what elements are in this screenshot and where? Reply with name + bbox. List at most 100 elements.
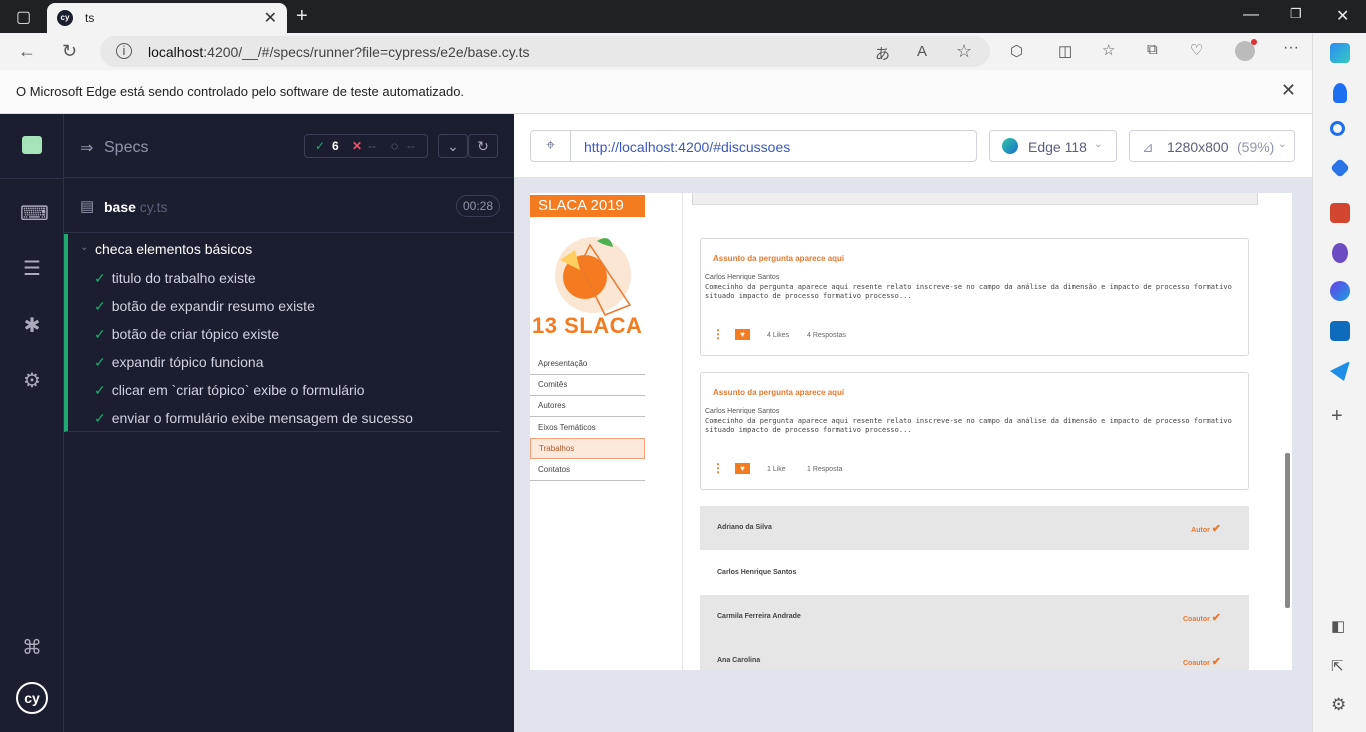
passed-count: 6	[332, 139, 339, 153]
games-icon[interactable]	[1332, 243, 1348, 263]
more-options-icon[interactable]: ⋮	[712, 461, 724, 475]
viewport-size: 1280x800	[1167, 139, 1229, 155]
double-check-icon: ✔	[1211, 656, 1221, 668]
content-top-bar	[692, 193, 1258, 205]
likes-count: 4 Likes	[767, 332, 790, 339]
app-scrollbar[interactable]	[1284, 193, 1292, 670]
infobar-message: O Microsoft Edge está sendo controlado p…	[16, 84, 465, 99]
browser-essentials-icon[interactable]: ♡	[1190, 41, 1203, 59]
tools-icon[interactable]	[1330, 203, 1350, 223]
selector-playground-icon[interactable]: ⌖	[531, 131, 571, 161]
send-icon[interactable]	[1330, 361, 1350, 381]
test-item[interactable]: ✓ enviar o formulário exibe mensagem de s…	[94, 410, 413, 427]
copilot-icon[interactable]	[1330, 43, 1350, 63]
question-body: Comecinho da pergunta aparece aqui resen…	[705, 417, 1232, 434]
close-tab-icon[interactable]: ✕	[264, 8, 277, 28]
refresh-icon[interactable]: ↻	[62, 41, 77, 62]
translate-icon[interactable]: あ	[875, 43, 890, 64]
toggle-auto-scroll-button[interactable]: ⌄	[438, 134, 468, 158]
ruler-icon: ⊿	[1142, 139, 1154, 155]
new-tab-icon[interactable]: +	[296, 5, 308, 28]
settings-gear-icon[interactable]: ⚙	[1331, 695, 1346, 715]
specs-label: Specs	[104, 139, 149, 156]
like-heart-icon[interactable]: ♥	[735, 463, 750, 474]
test-item[interactable]: ✓ botão de expandir resumo existe	[94, 298, 315, 315]
menu-item-autores[interactable]: Autores	[530, 396, 645, 417]
spec-file-name: base cy.ts	[104, 199, 168, 215]
pending-count: --	[407, 139, 415, 153]
chevron-down-icon[interactable]: ⌄	[80, 242, 88, 253]
collections-icon[interactable]: ⧉	[1147, 41, 1158, 58]
chevron-down-icon: ⌄	[1278, 139, 1287, 150]
add-sidebar-app-icon[interactable]: +	[1331, 405, 1343, 428]
notifications-bell-icon[interactable]	[1333, 83, 1347, 103]
responses-count[interactable]: 4 Respostas	[807, 332, 846, 339]
keyboard-shortcuts-icon[interactable]: ⌘	[20, 636, 44, 660]
back-icon[interactable]: ←	[18, 41, 36, 62]
shopping-tag-icon[interactable]	[1330, 158, 1350, 178]
outlook-icon[interactable]	[1330, 321, 1350, 341]
aut-url: http://localhost:4200/#discussoes	[584, 139, 791, 155]
passed-icon: ✓	[315, 139, 326, 153]
sidebar-toggle-icon[interactable]: ◧	[1331, 617, 1345, 635]
aut-url-bar[interactable]: ⌖ http://localhost:4200/#discussoes	[530, 130, 977, 162]
debug-bug-icon[interactable]: ✱	[20, 314, 44, 338]
check-icon: ✓	[94, 354, 106, 370]
question-title[interactable]: Assunto da pergunta aparece aqui	[713, 254, 844, 263]
search-icon[interactable]	[1330, 121, 1345, 136]
runs-icon[interactable]: ⌨	[20, 202, 49, 226]
extensions-icon[interactable]: ⬡	[1010, 42, 1023, 60]
like-heart-icon[interactable]: ♥	[735, 329, 750, 340]
browser-name: Edge 118	[1028, 139, 1087, 155]
close-infobar-icon[interactable]: ✕	[1281, 80, 1296, 101]
menu-item-contatos[interactable]: Contatos	[530, 460, 645, 481]
question-title[interactable]: Assunto da pergunta aparece aqui	[713, 388, 844, 397]
project-icon[interactable]	[22, 136, 42, 154]
address-bar[interactable]: i localhost:4200/__/#/specs/runner?file=…	[100, 36, 990, 67]
more-menu-icon[interactable]: ···	[1283, 39, 1299, 57]
settings-icon[interactable]: ⚙	[20, 369, 44, 393]
site-info-icon[interactable]: i	[116, 43, 132, 59]
menu-item-comites[interactable]: Comitês	[530, 375, 645, 396]
test-item[interactable]: ✓ botão de criar tópico existe	[94, 326, 279, 343]
author-row: Carmila Ferreira Andrade Coautor ✔	[700, 595, 1249, 639]
specs-list-icon[interactable]: ☰	[20, 257, 44, 281]
favorites-icon[interactable]: ☆	[1102, 41, 1115, 59]
specs-collapse-icon[interactable]: ⇒	[80, 138, 93, 158]
likes-count: 1 Like	[767, 466, 786, 473]
restore-icon[interactable]: ❐	[1290, 6, 1302, 22]
responses-count[interactable]: 1 Resposta	[807, 466, 842, 473]
author-name: Ana Carolina	[717, 657, 761, 664]
test-item[interactable]: ✓ clicar em `criar tópico` exibe o formul…	[94, 382, 365, 399]
open-external-icon[interactable]: ⇱	[1331, 657, 1344, 675]
suite-title[interactable]: checa elementos básicos	[95, 241, 252, 257]
author-role: Autor ✔	[1191, 523, 1221, 535]
test-item[interactable]: ✓ titulo do trabalho existe	[94, 270, 256, 287]
test-suite[interactable]: ⌄ checa elementos básicos ✓ titulo do tra…	[64, 234, 500, 432]
discussion-card[interactable]: Assunto da pergunta aparece aqui Carlos …	[700, 238, 1249, 356]
test-item[interactable]: ✓ expandir tópico funciona	[94, 354, 264, 371]
address-bar-row: ← ↻ i localhost:4200/__/#/specs/runner?f…	[0, 33, 1312, 70]
menu-item-trabalhos[interactable]: Trabalhos	[530, 438, 645, 459]
favorite-star-icon[interactable]: ☆	[956, 41, 972, 62]
discussion-card[interactable]: Assunto da pergunta aparece aqui Carlos …	[700, 372, 1249, 490]
more-options-icon[interactable]: ⋮	[712, 327, 724, 341]
viewport-select[interactable]: ⊿ 1280x800 (59%) ⌄	[1129, 130, 1295, 162]
menu-item-apresentacao[interactable]: Apresentação	[530, 354, 645, 375]
pending-icon: ◌	[391, 139, 399, 153]
edge-sidebar: + ◧ ⇱ ⚙	[1312, 33, 1366, 732]
automation-infobar: O Microsoft Edge está sendo controlado p…	[0, 70, 1312, 114]
browser-tab[interactable]: cy ts ✕	[47, 3, 287, 33]
scrollbar-thumb[interactable]	[1285, 453, 1290, 608]
author-role: Coautor ✔	[1182, 656, 1221, 668]
split-screen-icon[interactable]: ◫	[1058, 42, 1072, 60]
read-aloud-icon[interactable]: A	[917, 43, 927, 60]
minimize-icon[interactable]: —	[1243, 6, 1259, 24]
tab-actions-icon[interactable]: ▢	[16, 7, 31, 27]
menu-item-eixos-tematicos[interactable]: Eixos Temáticos	[530, 418, 645, 439]
close-window-icon[interactable]: ✕	[1336, 6, 1349, 26]
browser-select[interactable]: Edge 118 ⌄	[989, 130, 1117, 162]
rerun-button[interactable]: ↻	[468, 134, 498, 158]
microsoft365-icon[interactable]	[1330, 281, 1350, 301]
slaca-logo-text: 13 SLACA	[532, 313, 643, 338]
